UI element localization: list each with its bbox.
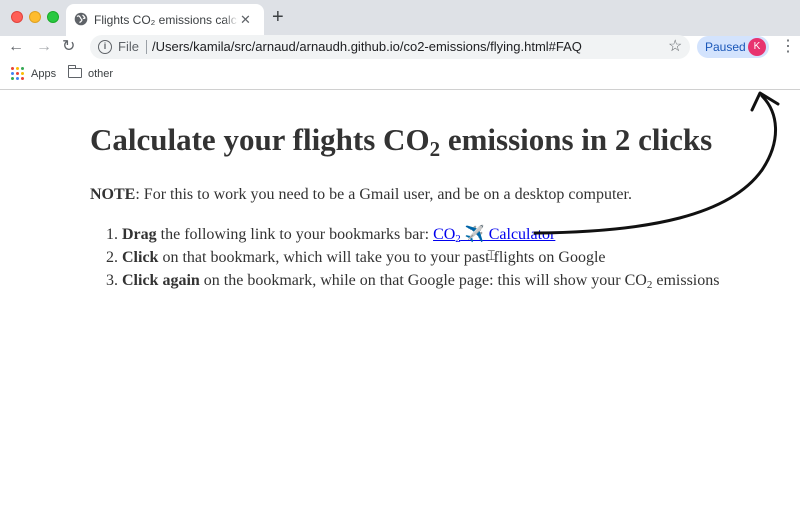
note-label: NOTE <box>90 186 136 203</box>
address-bar[interactable]: i File /Users/kamila/src/arnaud/arnaudh.… <box>90 35 690 59</box>
kebab-menu-icon[interactable]: ⋮ <box>780 37 796 57</box>
list-item: 3. Click again on the bookmark, while on … <box>106 272 720 291</box>
tab-strip: Flights CO₂ emissions calculator ✕ + <box>0 0 800 36</box>
zoom-window-button[interactable] <box>47 11 59 23</box>
bookmark-apps[interactable]: Apps <box>31 67 56 81</box>
star-icon[interactable]: ☆ <box>668 37 682 57</box>
tab-title: Flights CO₂ emissions calculator <box>94 12 238 28</box>
url-scheme-label: File <box>118 39 139 54</box>
profile-button[interactable]: Paused K <box>697 36 769 58</box>
plus-icon[interactable]: + <box>272 6 284 28</box>
url-text[interactable]: /Users/kamila/src/arnaud/arnaudh.github.… <box>152 39 582 55</box>
apps-grid-icon <box>11 67 24 80</box>
co2-calculator-bookmarklet-link[interactable]: CO2 ✈️ Calculator <box>433 226 555 245</box>
minimize-window-button[interactable] <box>29 11 41 23</box>
list-item: 1. Drag the following link to your bookma… <box>106 226 556 245</box>
text-cursor-icon: ⌶ <box>487 249 496 264</box>
globe-icon <box>74 12 88 26</box>
toolbar: ← → ↻ i File /Users/kamila/src/arnaud/ar… <box>0 35 800 60</box>
close-icon[interactable]: ✕ <box>240 12 251 28</box>
info-icon[interactable]: i <box>98 40 112 54</box>
avatar: K <box>748 38 766 56</box>
close-window-button[interactable] <box>11 11 23 23</box>
bookmark-folder-other[interactable]: other <box>88 67 113 81</box>
page-title: Calculate your flights CO2 emissions in … <box>90 122 713 161</box>
profile-status-label: Paused <box>705 40 746 54</box>
back-arrow-icon[interactable]: ← <box>8 37 24 57</box>
page-content: Calculate your flights CO2 emissions in … <box>0 91 800 510</box>
folder-icon <box>67 65 82 78</box>
forward-arrow-icon[interactable]: → <box>36 37 52 57</box>
list-item: 2. Click on that bookmark, which will tak… <box>106 249 606 266</box>
note-paragraph: NOTE: For this to work you need to be a … <box>90 186 632 203</box>
active-tab[interactable]: Flights CO₂ emissions calculator ✕ <box>66 4 264 36</box>
url-separator <box>146 40 147 54</box>
bookmarks-bar: Apps other <box>0 60 800 90</box>
reload-icon[interactable]: ↻ <box>62 37 75 57</box>
steps-list: 1. Drag the following link to your bookma… <box>90 223 719 292</box>
